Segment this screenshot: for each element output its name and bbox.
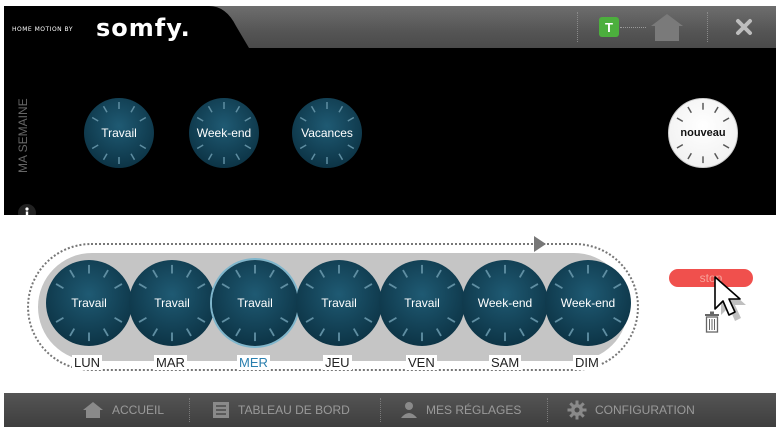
day-label-mer: MER (237, 355, 270, 370)
nav-tableau-de-bord[interactable]: TABLEAU DE BORD (212, 393, 350, 427)
day-label-mar: MAR (154, 355, 187, 370)
bottom-nav: ACCUEIL TABLEAU DE BORD MES RÉGLAGES CON… (4, 393, 776, 427)
day-dial-ven[interactable]: Travail (379, 260, 465, 346)
nav-label: TABLEAU DE BORD (238, 403, 350, 417)
header-bar: HOME MOTION BY somfy. T (4, 6, 776, 48)
header-separator (577, 12, 578, 42)
gear-icon (567, 400, 587, 420)
day-label-lun: LUN (72, 355, 103, 370)
somfy-logo: somfy. (96, 14, 191, 42)
day-preset-label: Travail (237, 296, 273, 310)
new-preset-label: nouveau (680, 127, 726, 139)
day-dial-mar[interactable]: Travail (129, 260, 215, 346)
app-window: HOME MOTION BY somfy. T MA SEMAINE Trava… (4, 6, 776, 427)
preset-dial-vacances[interactable]: Vacances (292, 98, 362, 168)
t-link-line (620, 27, 646, 28)
nav-mes-reglages[interactable]: MES RÉGLAGES (400, 393, 521, 427)
preset-dial-week-end[interactable]: Week-end (189, 98, 259, 168)
new-preset-dial[interactable]: nouveau (668, 98, 738, 168)
preset-label: Vacances (301, 126, 353, 140)
logo-tagline: HOME MOTION BY (12, 26, 74, 33)
dashboard-icon (213, 402, 229, 418)
nav-separator (189, 398, 190, 422)
day-dial-sam[interactable]: Week-end (462, 260, 548, 346)
day-dial-dim[interactable]: Week-end (545, 260, 631, 346)
day-label-ven: VEN (406, 355, 437, 370)
home-icon[interactable] (646, 6, 688, 48)
day-label-sam: SAM (489, 355, 522, 370)
nav-label: MES RÉGLAGES (426, 403, 522, 417)
week-presets-panel: MA SEMAINE Travail Week-end Vacances nou… (4, 48, 776, 215)
timeline-arrow-icon (534, 236, 546, 252)
nav-accueil[interactable]: ACCUEIL (82, 393, 164, 427)
nav-label: ACCUEIL (112, 403, 165, 417)
preset-dial-travail[interactable]: Travail (84, 98, 154, 168)
nav-separator (380, 398, 381, 422)
day-dial-lun[interactable]: Travail (46, 260, 132, 346)
user-icon (401, 402, 417, 418)
header-separator (707, 12, 708, 42)
t-badge: T (599, 17, 619, 37)
day-dial-mer[interactable]: Travail (212, 260, 298, 346)
day-label-dim: DIM (573, 355, 601, 370)
day-preset-label: Travail (71, 296, 107, 310)
cursor-icon (711, 275, 751, 332)
home-icon (83, 402, 103, 418)
day-preset-label: Travail (154, 296, 190, 310)
day-preset-label: Week-end (477, 296, 533, 310)
day-preset-label: Week-end (560, 296, 616, 310)
preset-label: Travail (101, 126, 137, 140)
preset-label: Week-end (196, 126, 252, 140)
close-icon[interactable] (724, 6, 764, 48)
day-preset-label: Travail (321, 296, 357, 310)
nav-configuration[interactable]: CONFIGURATION (567, 393, 695, 427)
week-timeline: Travail Travail Travail Travail Travail … (4, 215, 776, 393)
day-label-jeu: JEU (323, 355, 352, 370)
nav-separator (547, 398, 548, 422)
nav-label: CONFIGURATION (595, 403, 695, 417)
side-label: MA SEMAINE (16, 98, 30, 173)
day-preset-label: Travail (404, 296, 440, 310)
day-dial-jeu[interactable]: Travail (296, 260, 382, 346)
